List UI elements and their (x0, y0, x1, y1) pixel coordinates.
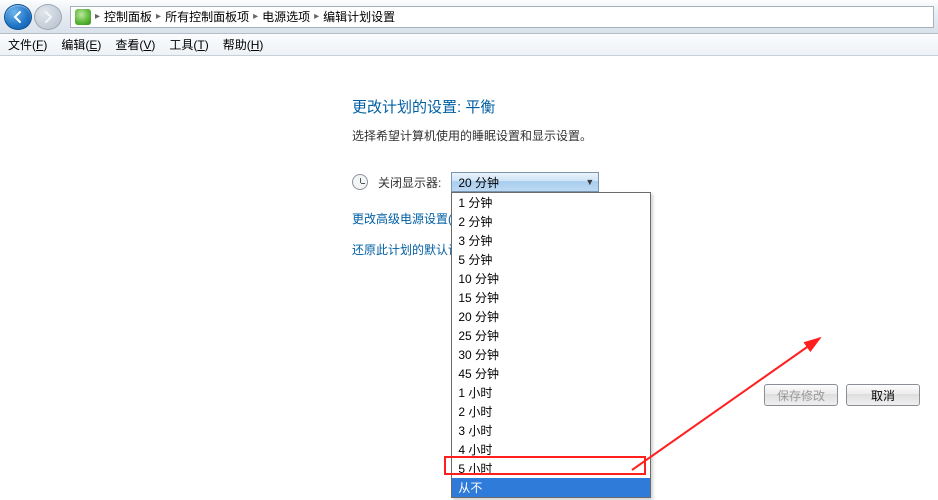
chevron-right-icon: ▸ (95, 11, 100, 22)
option[interactable]: 2 分钟 (452, 212, 650, 231)
option[interactable]: 5 小时 (452, 459, 650, 478)
menu-edit[interactable]: 编辑(E) (61, 36, 101, 53)
page-description: 选择希望计算机使用的睡眠设置和显示设置。 (352, 127, 892, 144)
menu-bar: 文件(F) 编辑(E) 查看(V) 工具(T) 帮助(H) (0, 34, 938, 56)
option[interactable]: 25 分钟 (452, 326, 650, 345)
back-button[interactable] (4, 4, 32, 30)
display-icon (352, 174, 368, 190)
cancel-button[interactable]: 取消 (846, 384, 920, 406)
content-area: 更改计划的设置: 平衡 选择希望计算机使用的睡眠设置和显示设置。 关闭显示器: … (0, 56, 938, 500)
combo-value: 20 分钟 (458, 174, 499, 191)
page-title: 更改计划的设置: 平衡 (352, 96, 892, 117)
option[interactable]: 3 小时 (452, 421, 650, 440)
option[interactable]: 45 分钟 (452, 364, 650, 383)
chevron-right-icon: ▸ (156, 11, 161, 22)
power-options-icon (75, 9, 91, 25)
option[interactable]: 15 分钟 (452, 288, 650, 307)
chevron-down-icon: ▼ (585, 177, 594, 187)
save-button[interactable]: 保存修改 (764, 384, 838, 406)
chevron-right-icon: ▸ (253, 11, 258, 22)
option[interactable]: 3 分钟 (452, 231, 650, 250)
display-off-row: 关闭显示器: 20 分钟 ▼ 1 分钟 2 分钟 3 分钟 5 分钟 10 分钟… (352, 172, 892, 192)
display-off-dropdown: 1 分钟 2 分钟 3 分钟 5 分钟 10 分钟 15 分钟 20 分钟 25… (451, 192, 651, 498)
option[interactable]: 20 分钟 (452, 307, 650, 326)
menu-view[interactable]: 查看(V) (115, 36, 155, 53)
address-bar[interactable]: ▸ 控制面板 ▸ 所有控制面板项 ▸ 电源选项 ▸ 编辑计划设置 (70, 6, 934, 28)
forward-button[interactable] (34, 4, 62, 30)
menu-tools[interactable]: 工具(T) (169, 36, 208, 53)
breadcrumb[interactable]: 所有控制面板项 (165, 8, 249, 25)
option[interactable]: 10 分钟 (452, 269, 650, 288)
option[interactable]: 1 分钟 (452, 193, 650, 212)
nav-bar: ▸ 控制面板 ▸ 所有控制面板项 ▸ 电源选项 ▸ 编辑计划设置 (0, 0, 938, 34)
option[interactable]: 30 分钟 (452, 345, 650, 364)
menu-file[interactable]: 文件(F) (8, 36, 47, 53)
display-off-select[interactable]: 20 分钟 ▼ 1 分钟 2 分钟 3 分钟 5 分钟 10 分钟 15 分钟 … (451, 172, 599, 192)
breadcrumb[interactable]: 编辑计划设置 (323, 8, 395, 25)
breadcrumb[interactable]: 电源选项 (262, 8, 310, 25)
option[interactable]: 4 小时 (452, 440, 650, 459)
menu-help[interactable]: 帮助(H) (223, 36, 264, 53)
option[interactable]: 5 分钟 (452, 250, 650, 269)
chevron-right-icon: ▸ (314, 11, 319, 22)
breadcrumb[interactable]: 控制面板 (104, 8, 152, 25)
option-never[interactable]: 从不 (452, 478, 650, 497)
option[interactable]: 1 小时 (452, 383, 650, 402)
button-row: 保存修改 取消 (764, 384, 920, 406)
option[interactable]: 2 小时 (452, 402, 650, 421)
display-off-label: 关闭显示器: (378, 174, 441, 191)
